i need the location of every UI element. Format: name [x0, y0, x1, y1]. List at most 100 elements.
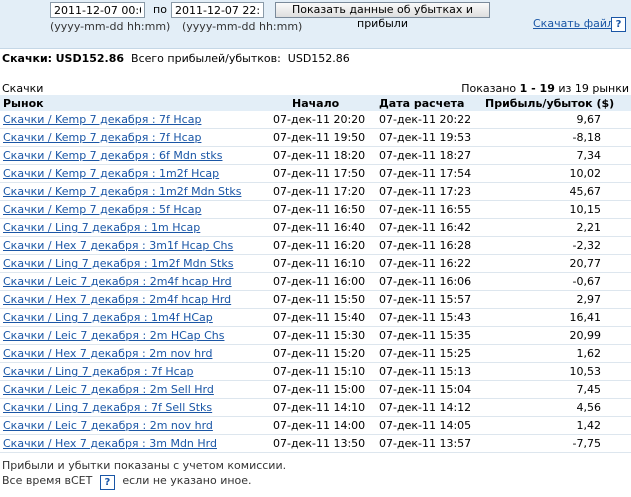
pl-cell: 10,53 [482, 362, 631, 381]
market-link[interactable]: Скачки / Hex 7 декабря : 3m1f Hcap Chs [3, 239, 233, 252]
market-link[interactable]: Скачки / Leic 7 декабря : 2m nov hrd [3, 419, 213, 432]
pl-cell: 20,77 [482, 254, 631, 273]
market-link[interactable]: Скачки / Hex 7 декабря : 2m4f hcap Hrd [3, 293, 231, 306]
settle-cell: 07-дек-11 13:57 [376, 434, 482, 453]
table-row: Скачки / Kemp 7 декабря : 6f Mdn stks 07-… [0, 146, 631, 165]
timezone-prefix: Все время вCET [2, 474, 93, 487]
market-link[interactable]: Скачки / Ling 7 декабря : 1m4f HCap [3, 311, 213, 324]
start-cell: 07-дек-11 18:20 [270, 146, 376, 165]
market-cell: Скачки / Leic 7 декабря : 2m Sell Hrd [0, 380, 270, 399]
timezone-suffix: если не указано иное. [122, 474, 252, 487]
market-link[interactable]: Скачки / Kemp 7 декабря : 7f Hcap [3, 131, 201, 144]
market-cell: Скачки / Kemp 7 декабря : 7f Hcap [0, 111, 270, 129]
market-link[interactable]: Скачки / Leic 7 декабря : 2m4f hcap Hrd [3, 275, 232, 288]
start-cell: 07-дек-11 16:20 [270, 236, 376, 255]
pl-cell: -7,75 [482, 434, 631, 453]
market-link[interactable]: Скачки / Kemp 7 декабря : 6f Mdn stks [3, 149, 222, 162]
section-title: Скачки [2, 82, 44, 95]
timezone-help-icon[interactable]: ? [99, 475, 115, 490]
market-cell: Скачки / Ling 7 декабря : 1m Hcap [0, 218, 270, 237]
market-cell: Скачки / Kemp 7 декабря : 5f Hcap [0, 200, 270, 219]
market-link[interactable]: Скачки / Kemp 7 декабря : 1m2f Hcap [3, 167, 219, 180]
commission-note: Прибыли и убытки показаны с учетом комис… [2, 459, 287, 472]
table-row: Скачки / Kemp 7 декабря : 1m2f Hcap 07-де… [0, 164, 631, 183]
table-row: Скачки / Leic 7 декабря : 2m4f hcap Hrd 0… [0, 272, 631, 291]
table-row: Скачки / Hex 7 декабря : 3m Mdn Hrd 07-де… [0, 434, 631, 453]
pl-cell: 10,15 [482, 200, 631, 219]
pl-report-page: по Показать данные об убытках и прибыли … [0, 0, 631, 497]
start-cell: 07-дек-11 17:20 [270, 182, 376, 201]
summary-line: Скачки: USD152.86 Всего прибылей/убытков… [2, 52, 350, 65]
market-cell: Скачки / Ling 7 декабря : 1m4f HCap [0, 308, 270, 327]
settle-cell: 07-дек-11 16:42 [376, 218, 482, 237]
pl-cell: 10,02 [482, 164, 631, 183]
market-cell: Скачки / Hex 7 декабря : 3m1f Hcap Chs [0, 236, 270, 255]
market-link[interactable]: Скачки / Kemp 7 декабря : 5f Hcap [3, 203, 201, 216]
market-link[interactable]: Скачки / Ling 7 декабря : 7f Sell Stks [3, 401, 212, 414]
pl-cell: -8,18 [482, 128, 631, 147]
market-link[interactable]: Скачки / Kemp 7 декабря : 1m2f Mdn Stks [3, 185, 241, 198]
total-pl-label: Всего прибылей/убытков: [131, 52, 281, 65]
table-row: Скачки / Kemp 7 декабря : 7f Hcap 07-дек-… [0, 111, 631, 129]
start-cell: 07-дек-11 16:00 [270, 272, 376, 291]
settle-cell: 07-дек-11 20:22 [376, 111, 482, 129]
market-link[interactable]: Скачки / Leic 7 декабря : 2m Sell Hrd [3, 383, 214, 396]
market-link[interactable]: Скачки / Ling 7 декабря : 1m Hcap [3, 221, 200, 234]
start-cell: 07-дек-11 15:40 [270, 308, 376, 327]
pl-cell: 7,34 [482, 146, 631, 165]
download-file-link[interactable]: Скачать файл [533, 17, 614, 30]
table-row: Скачки / Ling 7 декабря : 7f Sell Stks 07… [0, 398, 631, 417]
market-link[interactable]: Скачки / Kemp 7 декабря : 7f Hcap [3, 113, 201, 126]
settle-cell: 07-дек-11 15:25 [376, 344, 482, 363]
settle-cell: 07-дек-11 19:53 [376, 128, 482, 147]
table-row: Скачки / Kemp 7 декабря : 1m2f Mdn Stks 0… [0, 182, 631, 201]
summary-label: Скачки: [2, 52, 53, 65]
start-cell: 07-дек-11 16:10 [270, 254, 376, 273]
table-row: Скачки / Hex 7 декабря : 2m nov hrd 07-де… [0, 344, 631, 363]
col-settle-header: Дата расчета [376, 95, 482, 111]
table-row: Скачки / Hex 7 декабря : 3m1f Hcap Chs 07… [0, 236, 631, 255]
from-format-hint: (yyyy-mm-dd hh:mm) [50, 20, 171, 33]
table-row: Скачки / Kemp 7 декабря : 7f Hcap 07-дек-… [0, 128, 631, 147]
to-label: по [153, 3, 167, 16]
start-cell: 07-дек-11 15:00 [270, 380, 376, 399]
market-cell: Скачки / Kemp 7 декабря : 1m2f Hcap [0, 164, 270, 183]
table-row: Скачки / Ling 7 декабря : 7f Hcap 07-дек-… [0, 362, 631, 381]
pl-cell: 2,97 [482, 290, 631, 309]
to-date-input[interactable] [171, 2, 264, 18]
table-row: Скачки / Ling 7 декабря : 1m2f Mdn Stks 0… [0, 254, 631, 273]
col-market-header: Рынок [0, 95, 270, 111]
start-cell: 07-дек-11 13:50 [270, 434, 376, 453]
start-cell: 07-дек-11 16:40 [270, 218, 376, 237]
header-row: Рынок Начало Дата расчета Прибыль/убыток… [0, 95, 631, 111]
col-start-header: Начало [270, 95, 376, 111]
market-cell: Скачки / Leic 7 декабря : 2m4f hcap Hrd [0, 272, 270, 291]
pl-cell: 16,41 [482, 308, 631, 327]
help-icon[interactable]: ? [611, 17, 626, 32]
settle-cell: 07-дек-11 17:23 [376, 182, 482, 201]
show-pl-button[interactable]: Показать данные об убытках и прибыли [275, 2, 490, 30]
market-link[interactable]: Скачки / Ling 7 декабря : 1m2f Mdn Stks [3, 257, 233, 270]
from-date-input[interactable] [50, 2, 145, 18]
pl-cell: 1,62 [482, 344, 631, 363]
pl-cell: 20,99 [482, 326, 631, 345]
market-link[interactable]: Скачки / Leic 7 декабря : 2m HCap Chs [3, 329, 224, 342]
pl-cell: 2,21 [482, 218, 631, 237]
pager-shown-label: Показано [461, 82, 517, 95]
market-cell: Скачки / Ling 7 декабря : 1m2f Mdn Stks [0, 254, 270, 273]
settle-cell: 07-дек-11 16:22 [376, 254, 482, 273]
pager-unit: рынки [592, 82, 629, 95]
market-link[interactable]: Скачки / Ling 7 декабря : 7f Hcap [3, 365, 193, 378]
market-link[interactable]: Скачки / Hex 7 декабря : 3m Mdn Hrd [3, 437, 217, 450]
settle-cell: 07-дек-11 16:06 [376, 272, 482, 291]
market-cell: Скачки / Leic 7 декабря : 2m nov hrd [0, 416, 270, 435]
start-cell: 07-дек-11 14:00 [270, 416, 376, 435]
pl-cell: 7,45 [482, 380, 631, 399]
pl-cell: 1,42 [482, 416, 631, 435]
settle-cell: 07-дек-11 14:05 [376, 416, 482, 435]
to-format-hint: (yyyy-mm-dd hh:mm) [182, 20, 303, 33]
table-row: Скачки / Ling 7 декабря : 1m4f HCap 07-де… [0, 308, 631, 327]
market-link[interactable]: Скачки / Hex 7 декабря : 2m nov hrd [3, 347, 212, 360]
results-table: Рынок Начало Дата расчета Прибыль/убыток… [0, 95, 631, 453]
pl-cell: 45,67 [482, 182, 631, 201]
